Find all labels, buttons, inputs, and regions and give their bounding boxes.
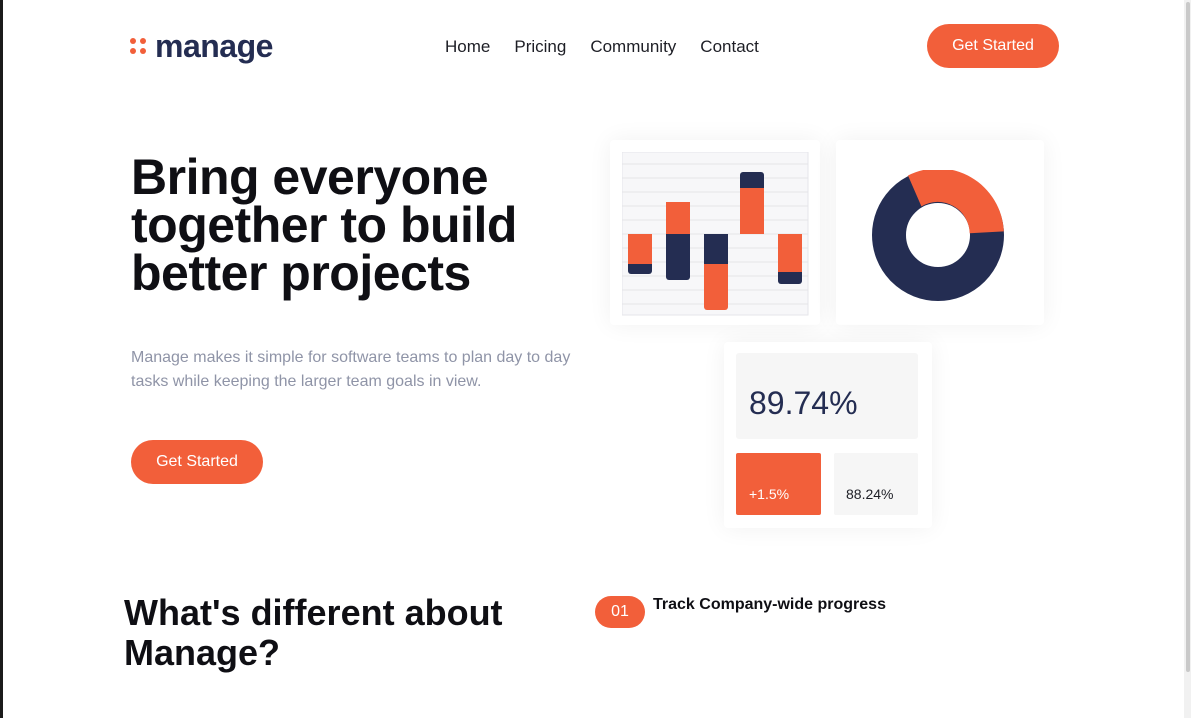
secondary-stat-tile: 88.24% [834,453,918,515]
feature-title: Track Company-wide progress [653,596,886,613]
logo-dots-icon [130,38,146,54]
change-stat-value: +1.5% [749,486,790,502]
hero-get-started-button[interactable]: Get Started [131,440,263,484]
nav-pricing[interactable]: Pricing [514,36,566,58]
main-stat-tile: 89.74% [736,353,918,439]
scrollbar[interactable] [1184,0,1191,718]
change-stat-tile: +1.5% [736,453,821,515]
nav-community[interactable]: Community [590,36,676,58]
bar-chart-illustration [622,152,809,316]
nav-home[interactable]: Home [445,36,490,58]
stats-card: 89.74% +1.5% 88.24% [724,342,932,528]
main-stat-value: 89.74% [749,385,858,421]
window-edge [0,0,3,718]
donut-chart-illustration [872,170,1004,301]
bar-chart-card [610,140,820,325]
main-nav: Home Pricing Community Contact [445,36,759,58]
features-title: What's different about Manage? [124,592,503,673]
scrollbar-thumb[interactable] [1186,2,1190,672]
header-get-started-button[interactable]: Get Started [927,24,1059,68]
hero-subtitle: Manage makes it simple for software team… [131,349,571,390]
brand-name: manage [155,28,273,64]
hero-title: Bring everyone together to build better … [131,149,517,301]
nav-contact[interactable]: Contact [700,36,759,58]
secondary-stat-value: 88.24% [846,486,894,502]
donut-chart-card [836,140,1044,325]
feature-number-badge: 01 [595,596,645,628]
logo[interactable]: manage [130,30,273,62]
